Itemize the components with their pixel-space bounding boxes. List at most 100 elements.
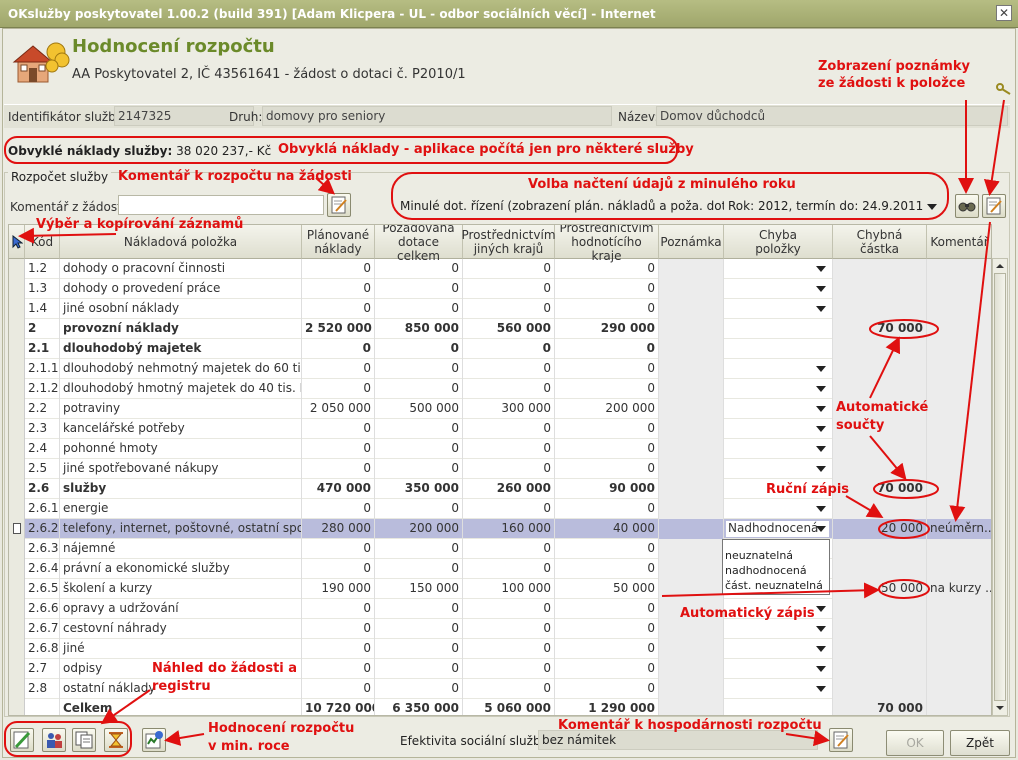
cell-error[interactable] (724, 359, 833, 379)
cell-comment[interactable] (927, 459, 991, 479)
previous-year-evaluation-button[interactable] (142, 728, 166, 752)
cell-comment[interactable] (927, 359, 991, 379)
cell-error[interactable]: Nadhodnocená (724, 519, 833, 539)
history-button[interactable] (104, 728, 128, 752)
row-header[interactable] (9, 279, 25, 299)
cell-comment[interactable] (927, 419, 991, 439)
error-dropdown[interactable] (726, 441, 829, 457)
cell-note[interactable] (659, 279, 724, 299)
edit-application-button[interactable] (10, 728, 34, 752)
row-header[interactable] (9, 439, 25, 459)
table-row[interactable]: 2.5 jiné spotřebované nákupy 0 0 0 0 (9, 459, 991, 479)
cell-note[interactable] (659, 299, 724, 319)
cell-amount[interactable] (833, 439, 927, 459)
cell-amount[interactable]: 20 000 (833, 519, 927, 539)
cell-amount[interactable] (833, 559, 927, 579)
register-view-button[interactable] (42, 728, 66, 752)
error-dropdown[interactable] (726, 681, 829, 697)
row-header[interactable] (9, 539, 25, 559)
row-header[interactable] (9, 499, 25, 519)
edit-comment-button[interactable] (327, 193, 351, 217)
cell-error[interactable] (724, 439, 833, 459)
cell-error[interactable] (724, 399, 833, 419)
row-header[interactable] (9, 379, 25, 399)
cell-comment[interactable] (927, 379, 991, 399)
row-header[interactable] (9, 639, 25, 659)
cell-comment[interactable] (927, 699, 991, 715)
cell-comment[interactable] (927, 639, 991, 659)
row-header[interactable] (9, 699, 25, 715)
error-dropdown[interactable] (726, 661, 829, 677)
cell-amount[interactable] (833, 359, 927, 379)
cell-note[interactable] (659, 439, 724, 459)
table-row[interactable]: Celkem 10 720 000 6 350 000 5 060 000 1 290 … (9, 699, 991, 715)
row-header[interactable] (9, 399, 25, 419)
cell-error[interactable] (724, 259, 833, 279)
cell-amount[interactable]: 50 000 (833, 579, 927, 599)
table-row[interactable]: 2.6.4 právní a ekonomické služby 0 0 0 0 (9, 559, 991, 579)
cell-amount[interactable] (833, 619, 927, 639)
dropdown-option[interactable]: neuznatelná (723, 548, 829, 563)
row-header[interactable] (9, 259, 25, 279)
table-row[interactable]: 2.6.6 opravy a udržování 0 0 0 0 (9, 599, 991, 619)
cell-note[interactable] (659, 639, 724, 659)
cell-amount[interactable] (833, 459, 927, 479)
cell-comment[interactable]: na kurzy ... (927, 579, 991, 599)
error-dropdown[interactable] (726, 361, 829, 377)
cell-comment[interactable] (927, 479, 991, 499)
cell-error[interactable] (724, 459, 833, 479)
cell-error[interactable] (724, 619, 833, 639)
error-dropdown[interactable] (726, 641, 829, 657)
cell-error[interactable] (724, 499, 833, 519)
row-header[interactable] (9, 559, 25, 579)
cell-amount[interactable] (833, 379, 927, 399)
table-row[interactable]: 2.4 pohonné hmoty 0 0 0 0 (9, 439, 991, 459)
error-dropdown[interactable] (726, 261, 829, 277)
col-header-planned[interactable]: Plánované náklady (302, 225, 375, 259)
previous-round-select[interactable]: Rok: 2012, termín do: 24.9.2011 (724, 195, 946, 217)
cell-comment[interactable] (927, 339, 991, 359)
show-note-button[interactable] (955, 194, 979, 218)
cell-amount[interactable] (833, 639, 927, 659)
cell-error[interactable] (724, 659, 833, 679)
cell-amount[interactable] (833, 279, 927, 299)
row-header[interactable] (9, 679, 25, 699)
table-row[interactable]: 2.6.3 nájemné 0 0 0 0 (9, 539, 991, 559)
cell-error[interactable] (724, 699, 833, 715)
cell-note[interactable] (659, 579, 724, 599)
row-header[interactable] (9, 579, 25, 599)
error-dropdown[interactable] (726, 381, 829, 397)
cell-note[interactable] (659, 379, 724, 399)
cell-note[interactable] (659, 459, 724, 479)
cell-comment[interactable] (927, 279, 991, 299)
table-row[interactable]: 1.4 jiné osobní náklady 0 0 0 0 (9, 299, 991, 319)
close-icon[interactable]: ✕ (996, 5, 1012, 21)
cell-note[interactable] (659, 699, 724, 715)
cell-comment[interactable] (927, 399, 991, 419)
row-header[interactable] (9, 419, 25, 439)
cell-comment[interactable] (927, 619, 991, 639)
cell-note[interactable] (659, 399, 724, 419)
cell-note[interactable] (659, 499, 724, 519)
error-dropdown[interactable] (726, 461, 829, 477)
cell-error[interactable] (724, 319, 833, 339)
error-dropdown[interactable] (726, 281, 829, 297)
col-header-other-regions[interactable]: Prostřednictvím jiných krajů (461, 225, 556, 259)
back-button[interactable]: Zpět (950, 730, 1010, 756)
cell-note[interactable] (659, 419, 724, 439)
error-dropdown[interactable]: Nadhodnocená (726, 521, 829, 537)
cell-amount[interactable] (833, 659, 927, 679)
table-row[interactable]: 2.6.1 energie 0 0 0 0 (9, 499, 991, 519)
row-header[interactable] (9, 299, 25, 319)
cell-amount[interactable] (833, 499, 927, 519)
cell-note[interactable] (659, 519, 724, 539)
cell-amount[interactable] (833, 679, 927, 699)
error-dropdown[interactable] (726, 301, 829, 317)
error-dropdown[interactable] (726, 501, 829, 517)
col-header-region[interactable]: Prostřednictvím hodnotícího kraje (555, 225, 659, 263)
cell-error[interactable] (724, 639, 833, 659)
table-row[interactable]: 2.6.5 školení a kurzy 190 000 150 000 100 00… (9, 579, 991, 599)
error-dropdown[interactable] (726, 621, 829, 637)
cell-comment[interactable] (927, 259, 991, 279)
cell-comment[interactable] (927, 539, 991, 559)
